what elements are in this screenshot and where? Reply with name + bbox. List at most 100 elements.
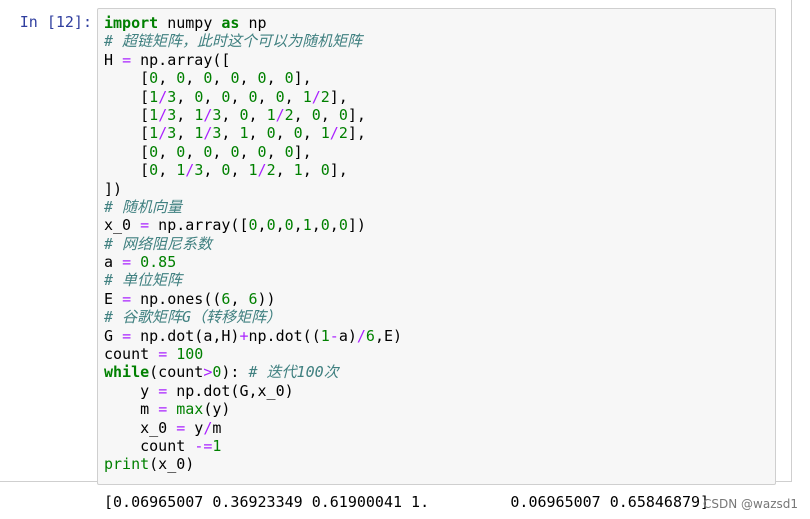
code-token: , — [221, 105, 240, 124]
code-token: 0 — [338, 216, 348, 235]
code-token: , — [158, 161, 177, 180]
code-token: 0 — [320, 161, 330, 180]
code-token: 0 — [257, 69, 267, 88]
code-token: = — [158, 345, 168, 364]
code-token: / — [158, 87, 168, 106]
code-token: , — [230, 87, 249, 106]
code-token: = — [140, 216, 150, 235]
code-token: / — [185, 161, 195, 180]
code-token: np.array([ — [149, 216, 249, 235]
code-token: as — [221, 14, 240, 32]
code-token: , — [212, 69, 231, 88]
code-token: [ — [104, 105, 150, 124]
code-token: , — [212, 142, 231, 161]
code-line: # 网络阻尼系数 — [104, 235, 402, 253]
code-token: 6 — [248, 289, 258, 308]
code-token: np.dot(( — [248, 326, 321, 345]
code-token: count — [104, 345, 159, 364]
code-token: # 迭代100次 — [248, 363, 339, 382]
code-token: # 随机向量 — [104, 197, 183, 216]
code-token: while — [104, 363, 150, 382]
code-line: [0, 0, 0, 0, 0, 0], — [104, 69, 402, 87]
code-token: , — [239, 69, 258, 88]
code-token: / — [158, 124, 168, 143]
code-token: 0 — [320, 216, 330, 235]
code-input-area[interactable]: import numpy as np # 超链矩阵，此时这个可以为随机矩阵 H = … — [97, 8, 776, 485]
code-token: 0 — [266, 124, 276, 143]
code-line: [1/3, 1/3, 0, 1/2, 0, 0], — [104, 106, 402, 124]
code-token: ], — [329, 87, 348, 106]
code-token: , — [176, 105, 195, 124]
code-token: x_0 — [104, 418, 177, 437]
code-token: 0 — [194, 87, 204, 106]
input-prompt: In [12]: — [19, 13, 92, 31]
code-token: print — [104, 455, 150, 474]
code-token: , — [275, 161, 294, 180]
code-token: 0 — [149, 69, 159, 88]
code-token: 1 — [149, 87, 159, 106]
code-token: [ — [104, 161, 150, 180]
code-token: ,E) — [374, 326, 403, 345]
code-line: G = np.dot(a,H)+np.dot((1-a)/6,E) — [104, 327, 402, 345]
code-token: ]) — [347, 216, 366, 235]
code-token: , — [257, 87, 276, 106]
code-token: , — [203, 87, 222, 106]
code-token: 1 — [266, 105, 276, 124]
code-token: -= — [194, 436, 213, 455]
code-line: E = np.ones((6, 6)) — [104, 290, 402, 308]
code-token: # 谷歌矩阵G（转移矩阵） — [104, 308, 282, 327]
code-line: # 超链矩阵，此时这个可以为随机矩阵 — [104, 32, 402, 50]
code-token: # 网络阻尼系数 — [104, 234, 213, 253]
code-token: , — [275, 216, 285, 235]
code-token: # 单位矩阵 — [104, 271, 183, 290]
code-token: , — [284, 87, 303, 106]
code-token: H — [104, 50, 123, 69]
code-token: (count — [149, 363, 204, 382]
code-token: 3 — [194, 161, 204, 180]
code-token: 0 — [149, 142, 159, 161]
code-token: , — [266, 69, 285, 88]
code-token: , — [176, 87, 195, 106]
code-token: 0 — [176, 142, 186, 161]
code-token: = — [122, 253, 132, 272]
code-token: / — [275, 105, 285, 124]
code-token: 0 — [275, 87, 285, 106]
code-token: 100 — [176, 345, 204, 364]
code-token: 0 — [149, 161, 159, 180]
code-token: = — [122, 289, 132, 308]
code-token: / — [311, 87, 321, 106]
watermark-text: CSDN @wazsd1 — [703, 497, 798, 511]
code-token: 1 — [302, 87, 312, 106]
code-token: 0 — [176, 69, 186, 88]
code-line: # 单位矩阵 — [104, 271, 402, 289]
code-line: m = max(y) — [104, 400, 402, 418]
code-line: import numpy as np — [104, 14, 402, 32]
code-line: H = np.array([ — [104, 51, 402, 69]
code-token: 1 — [176, 161, 186, 180]
code-token: = — [176, 418, 186, 437]
code-token: / — [329, 124, 339, 143]
code-token: a — [104, 253, 123, 272]
code-token: - — [329, 326, 339, 345]
code-token: 0 — [266, 216, 276, 235]
code-line: # 谷歌矩阵G（转移矩阵） — [104, 308, 402, 326]
code-token: , — [230, 161, 249, 180]
code-token: np.dot(a,H) — [131, 326, 240, 345]
code-editor[interactable]: import numpy as np # 超链矩阵，此时这个可以为随机矩阵 H = … — [104, 14, 402, 474]
code-token: 1 — [149, 124, 159, 143]
code-line: y = np.dot(G,x_0) — [104, 382, 402, 400]
code-token: x_0 — [104, 216, 141, 235]
code-token: max — [176, 400, 204, 419]
notebook-cell[interactable]: In [12]: import numpy as np # 超链矩阵，此时这个可以… — [0, 0, 810, 519]
code-token: 3 — [167, 105, 177, 124]
code-token: E — [104, 289, 123, 308]
code-token: (x_0) — [149, 455, 195, 474]
code-token: count — [104, 436, 195, 455]
code-line: [0, 1/3, 0, 1/2, 1, 0], — [104, 161, 402, 179]
code-token: y — [185, 418, 204, 437]
code-token: ], — [329, 161, 348, 180]
code-line: [1/3, 1/3, 1, 0, 0, 1/2], — [104, 124, 402, 142]
code-token: , — [221, 124, 240, 143]
